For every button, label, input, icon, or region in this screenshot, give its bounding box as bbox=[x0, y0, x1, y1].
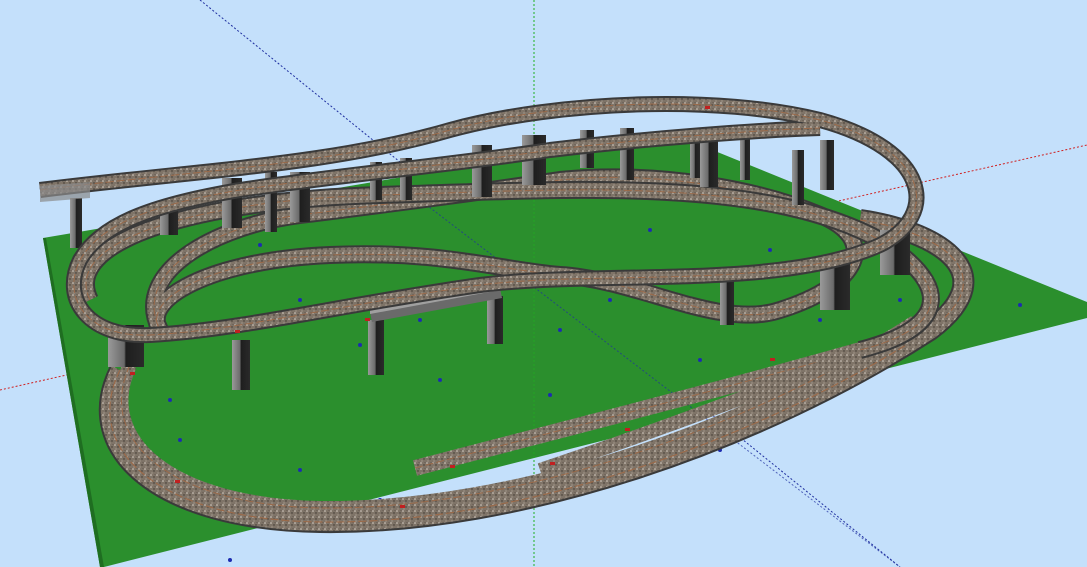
scene-canvas[interactable] bbox=[0, 0, 1087, 567]
3d-viewport[interactable] bbox=[0, 0, 1087, 567]
